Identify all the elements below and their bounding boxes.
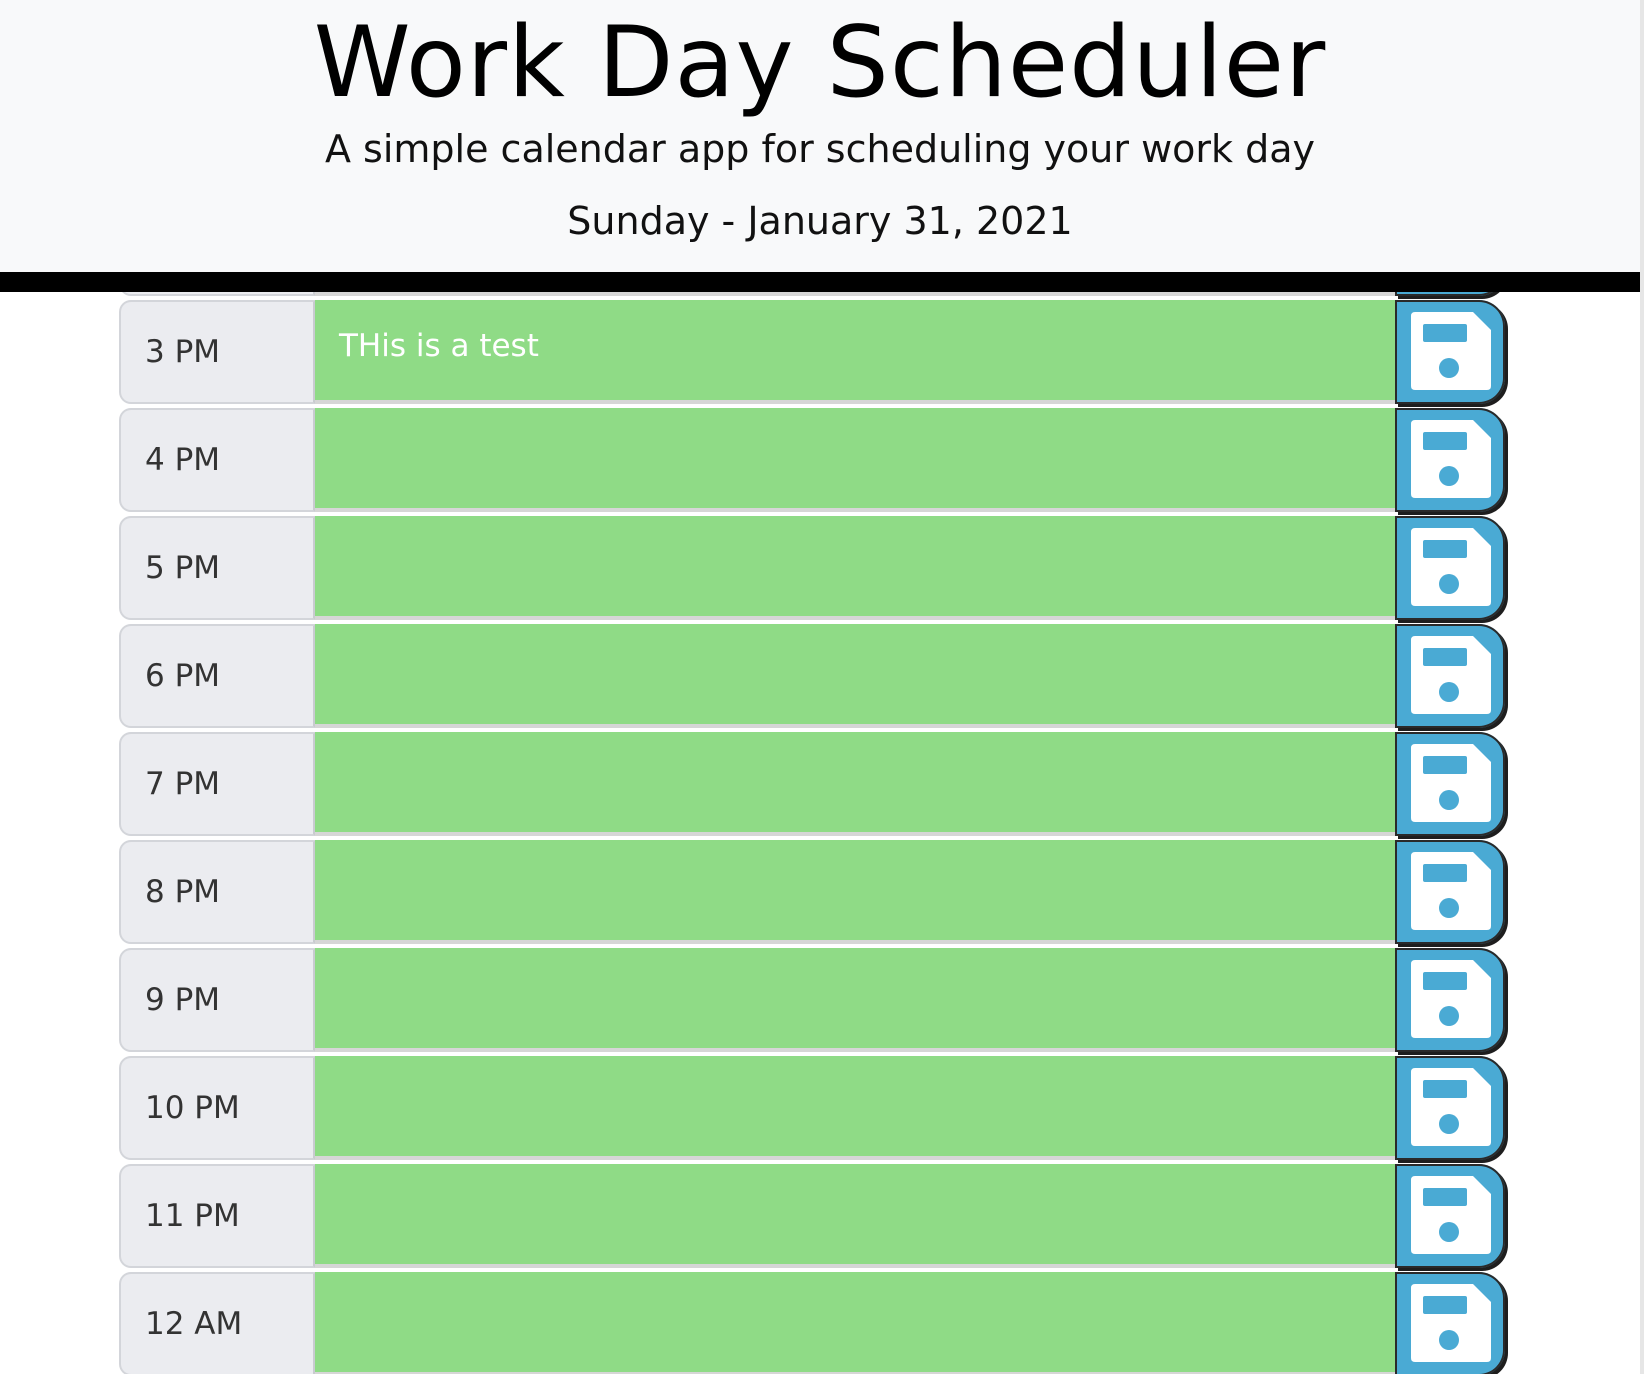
timeblock-row: 9 PM [119,948,1514,1056]
description-field[interactable] [315,840,1395,944]
save-button[interactable] [1395,624,1505,728]
hour-label: 10 PM [119,1056,315,1160]
floppy-disk-icon [1411,420,1491,498]
description-field[interactable] [315,732,1395,836]
hour-label: 6 PM [119,624,315,728]
floppy-disk-icon [1411,960,1491,1038]
hour-label: 7 PM [119,732,315,836]
floppy-disk-icon [1411,744,1491,822]
timeblock-row: 11 PM [119,1164,1514,1272]
save-button[interactable] [1395,1164,1505,1268]
description-field[interactable] [315,408,1395,512]
floppy-disk-icon [1411,1284,1491,1362]
save-button[interactable] [1395,840,1505,944]
description-field[interactable] [315,624,1395,728]
save-button[interactable] [1395,300,1505,404]
window-edge [1640,0,1644,1374]
hour-label: 5 PM [119,516,315,620]
description-field[interactable] [315,1272,1395,1374]
timeblock-row: 8 PM [119,840,1514,948]
description-field[interactable]: THis is a test [315,300,1395,404]
timeblock-row: 6 PM [119,624,1514,732]
timeblock-row: 7 PM [119,732,1514,840]
save-button[interactable] [1395,732,1505,836]
timeblock-row: 4 PM [119,408,1514,516]
timeblock-row: 10 PM [119,1056,1514,1164]
timeblock-row: 5 PM [119,516,1514,624]
description-field[interactable] [315,516,1395,620]
hour-label: 4 PM [119,408,315,512]
hour-label: 8 PM [119,840,315,944]
hour-label: 3 PM [119,300,315,404]
save-button[interactable] [1395,516,1505,620]
save-button[interactable] [1395,1056,1505,1160]
floppy-disk-icon [1411,636,1491,714]
jumbotron-header: Work Day Scheduler A simple calendar app… [0,0,1640,292]
save-button[interactable] [1395,408,1505,512]
hour-label: 9 PM [119,948,315,1052]
page-title: Work Day Scheduler [313,6,1327,120]
timeblock-row: 3 PM THis is a test [119,300,1514,408]
hour-label: 12 AM [119,1272,315,1374]
page-subtitle: A simple calendar app for scheduling you… [324,127,1316,171]
save-button[interactable] [1395,948,1505,1052]
hour-label: 11 PM [119,1164,315,1268]
floppy-disk-icon [1411,1176,1491,1254]
scheduler-page: 3 PM THis is a test 4 PM 5 PM 6 PM 7 PM … [0,0,1644,1374]
description-field[interactable] [315,1164,1395,1268]
save-button[interactable] [1395,1272,1505,1374]
description-field[interactable] [315,948,1395,1052]
floppy-disk-icon [1411,528,1491,606]
current-day: Sunday - January 31, 2021 [567,199,1073,243]
description-field[interactable] [315,1056,1395,1160]
timeblock-list: 3 PM THis is a test 4 PM 5 PM 6 PM 7 PM … [119,192,1514,1374]
timeblock-row: 12 AM [119,1272,1514,1374]
floppy-disk-icon [1411,312,1491,390]
floppy-disk-icon [1411,1068,1491,1146]
floppy-disk-icon [1411,852,1491,930]
